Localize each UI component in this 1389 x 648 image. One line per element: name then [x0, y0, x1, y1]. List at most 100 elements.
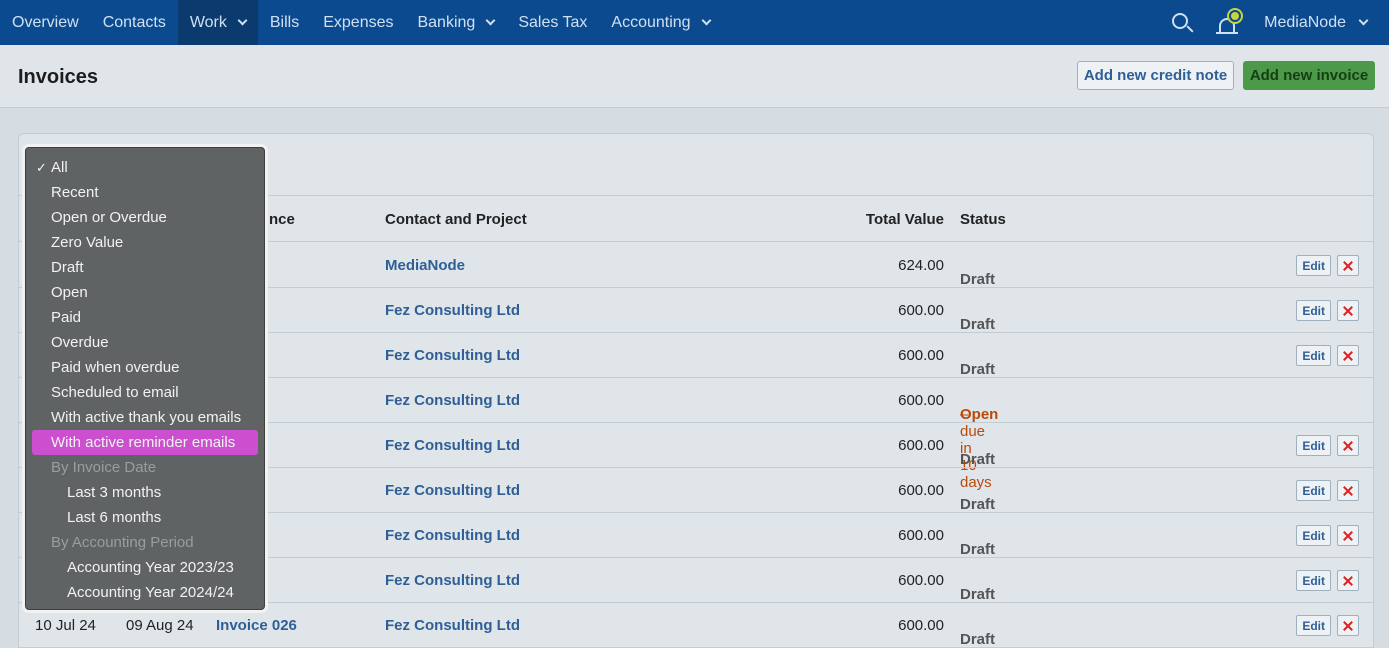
chevron-down-icon [701, 15, 712, 26]
total-value: 600.00 [898, 527, 944, 544]
edit-button[interactable]: Edit [1296, 345, 1331, 366]
row-actions: Edit [1296, 480, 1359, 501]
status-text: Draft [960, 496, 996, 513]
dropdown-option[interactable]: Open or Overdue [26, 205, 264, 230]
total-value: 600.00 [898, 617, 944, 634]
filter-dropdown-menu: AllRecentOpen or OverdueZero ValueDraftO… [25, 147, 265, 610]
notification-bell-icon[interactable] [1216, 9, 1242, 36]
top-nav-right: MediaNode [1170, 0, 1389, 45]
add-credit-note-button[interactable]: Add new credit note [1077, 61, 1234, 90]
row-actions: Edit [1296, 255, 1359, 276]
top-nav: Overview Contacts Work Bills Expenses Banking… [0, 0, 1389, 45]
edit-button[interactable]: Edit [1296, 435, 1331, 456]
delete-icon[interactable] [1337, 570, 1359, 591]
invoice-date: 10 Jul 24 [35, 617, 96, 634]
edit-button[interactable]: Edit [1296, 255, 1331, 276]
nav-item-banking[interactable]: Banking [405, 0, 506, 45]
edit-button[interactable]: Edit [1296, 570, 1331, 591]
nav-item-label: Sales Tax [518, 13, 588, 31]
nav-item-overview[interactable]: Overview [0, 0, 91, 45]
status-text: Draft [960, 451, 996, 468]
dropdown-option[interactable]: Last 6 months [26, 505, 264, 530]
invoice-reference-link[interactable]: Invoice 026 [216, 617, 297, 634]
dropdown-option[interactable]: Recent [26, 180, 264, 205]
status-text: Draft [960, 631, 996, 648]
edit-button[interactable]: Edit [1296, 615, 1331, 636]
edit-button[interactable]: Edit [1296, 480, 1331, 501]
total-value: 600.00 [898, 347, 944, 364]
contact-link[interactable]: Fez Consulting Ltd [385, 302, 520, 319]
dropdown-option[interactable]: Accounting Year 2024/24 [26, 580, 264, 605]
contact-link[interactable]: MediaNode [385, 257, 465, 274]
delete-icon[interactable] [1337, 615, 1359, 636]
dropdown-option[interactable]: All [26, 155, 264, 180]
nav-item-bills[interactable]: Bills [258, 0, 311, 45]
edit-button[interactable]: Edit [1296, 300, 1331, 321]
search-icon[interactable] [1170, 11, 1194, 35]
contact-link[interactable]: Fez Consulting Ltd [385, 527, 520, 544]
chevron-down-icon [237, 15, 248, 26]
contact-link[interactable]: Fez Consulting Ltd [385, 572, 520, 589]
nav-item-contacts[interactable]: Contacts [91, 0, 178, 45]
header-total: Total Value [865, 211, 944, 228]
nav-item-accounting[interactable]: Accounting [599, 0, 721, 45]
row-actions: Edit [1296, 570, 1359, 591]
contact-link[interactable]: Fez Consulting Ltd [385, 392, 520, 409]
row-actions: Edit [1296, 345, 1359, 366]
contact-link[interactable]: Fez Consulting Ltd [385, 617, 520, 634]
delete-icon[interactable] [1337, 525, 1359, 546]
due-date: 09 Aug 24 [126, 617, 194, 634]
total-value: 600.00 [898, 437, 944, 454]
dropdown-option[interactable]: Last 3 months [26, 480, 264, 505]
user-menu[interactable]: MediaNode [1264, 14, 1389, 32]
nav-item-label: Banking [417, 13, 476, 31]
add-invoice-button[interactable]: Add new invoice [1243, 61, 1375, 90]
dropdown-group-heading: By Invoice Date [51, 459, 157, 476]
header-status: Status [960, 211, 1006, 228]
edit-button[interactable]: Edit [1296, 525, 1331, 546]
header-contact: Contact and Project [385, 211, 527, 228]
status-text: Draft [960, 586, 996, 603]
dropdown-option[interactable]: Draft [26, 255, 264, 280]
total-value: 624.00 [898, 257, 944, 274]
total-value: 600.00 [898, 572, 944, 589]
page-title: Invoices [18, 66, 99, 88]
nav-item-label: Bills [269, 13, 300, 31]
dropdown-option[interactable]: Zero Value [26, 230, 264, 255]
row-actions: Edit [1296, 435, 1359, 456]
status-text: Draft [960, 271, 996, 288]
contact-link[interactable]: Fez Consulting Ltd [385, 347, 520, 364]
dropdown-option[interactable]: Accounting Year 2023/23 [26, 555, 264, 580]
row-actions: Edit [1296, 615, 1359, 636]
dropdown-option[interactable]: Open [26, 280, 264, 305]
user-name: MediaNode [1264, 13, 1346, 31]
header-reference: nce [269, 211, 295, 228]
nav-item-label: Work [189, 13, 227, 31]
total-value: 600.00 [898, 392, 944, 409]
nav-item-label: Contacts [102, 13, 166, 31]
row-actions: Edit [1296, 525, 1359, 546]
delete-icon[interactable] [1337, 345, 1359, 366]
total-value: 600.00 [898, 482, 944, 499]
dropdown-option[interactable]: With active reminder emails [32, 430, 258, 455]
dropdown-option[interactable]: Paid [26, 305, 264, 330]
nav-item-label: Accounting [611, 13, 691, 31]
row-actions: Edit [1296, 300, 1359, 321]
contact-link[interactable]: Fez Consulting Ltd [385, 482, 520, 499]
dropdown-option[interactable]: Overdue [26, 330, 264, 355]
total-value: 600.00 [898, 302, 944, 319]
nav-item-label: Expenses [323, 13, 394, 31]
nav-item-sales-tax[interactable]: Sales Tax [506, 0, 599, 45]
delete-icon[interactable] [1337, 300, 1359, 321]
delete-icon[interactable] [1337, 255, 1359, 276]
delete-icon[interactable] [1337, 435, 1359, 456]
delete-icon[interactable] [1337, 480, 1359, 501]
dropdown-option[interactable]: With active thank you emails [26, 405, 264, 430]
contact-link[interactable]: Fez Consulting Ltd [385, 437, 520, 454]
nav-item-label: Overview [12, 13, 79, 31]
chevron-down-icon [1358, 15, 1369, 26]
nav-item-expenses[interactable]: Expenses [311, 0, 405, 45]
dropdown-option[interactable]: Paid when overdue [26, 355, 264, 380]
dropdown-option[interactable]: Scheduled to email [26, 380, 264, 405]
nav-item-work[interactable]: Work [177, 0, 258, 45]
